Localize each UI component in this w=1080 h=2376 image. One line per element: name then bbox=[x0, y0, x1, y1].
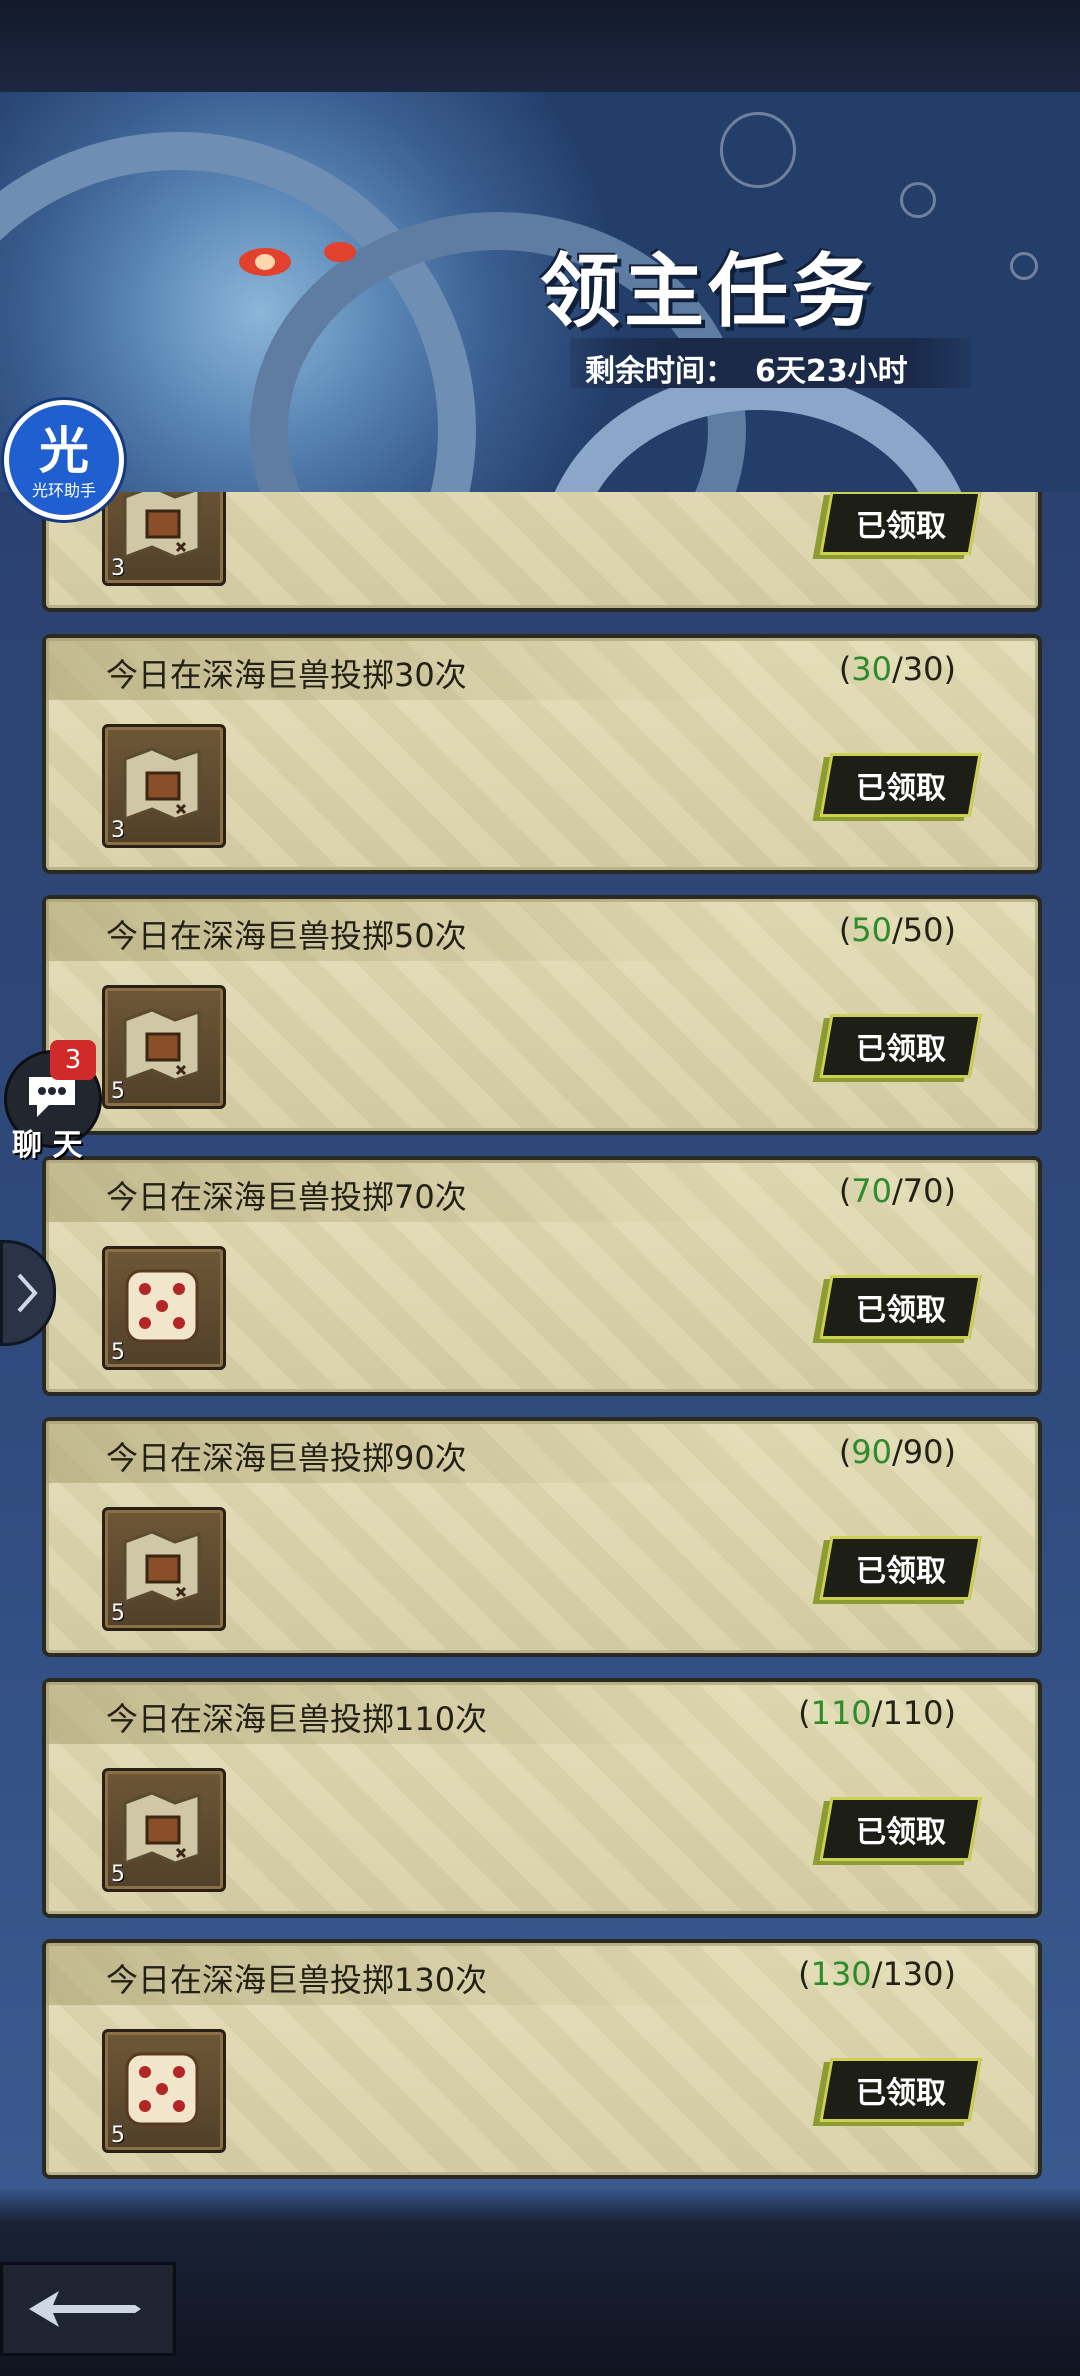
chat-unread-badge: 3 bbox=[50, 1040, 96, 1080]
task-title: 今日在深海巨兽投掷30次 bbox=[106, 656, 467, 694]
reward-count: 3 bbox=[111, 556, 125, 581]
task-card: 3 已领取 bbox=[42, 492, 1042, 612]
reward-count: 3 bbox=[111, 818, 125, 843]
dice-icon bbox=[125, 2052, 199, 2126]
chevron-right-icon bbox=[17, 1273, 38, 1313]
task-progress: (110/110) bbox=[798, 1694, 956, 1732]
task-card: 今日在深海巨兽投掷50次 (50/50) 5 已领取 bbox=[42, 895, 1042, 1135]
treasure-map-icon bbox=[123, 1791, 201, 1866]
progress-total: 110 bbox=[882, 1694, 944, 1732]
reward-count: 5 bbox=[111, 1340, 125, 1365]
reward-item[interactable]: 5 bbox=[102, 2029, 226, 2153]
reward-item[interactable]: 5 bbox=[102, 1768, 226, 1892]
task-card: 今日在深海巨兽投掷70次 (70/70) 5 已领取 bbox=[42, 1156, 1042, 1396]
task-card: 今日在深海巨兽投掷130次 (130/130) 5 已领取 bbox=[42, 1939, 1042, 2179]
task-progress: (30/30) bbox=[838, 650, 956, 688]
reward-item[interactable]: 3 bbox=[102, 492, 226, 586]
remaining-time-value: 6天23小时 bbox=[755, 354, 908, 389]
claimed-badge: 已领取 bbox=[819, 492, 982, 555]
progress-done: 70 bbox=[851, 1172, 893, 1210]
chat-label: 聊 天 bbox=[12, 1128, 83, 1163]
page-title: 领主任务 bbox=[540, 245, 876, 338]
dice-icon bbox=[125, 1269, 199, 1343]
progress-done: 50 bbox=[851, 911, 893, 949]
remaining-time: 剩余时间： 6天23小时 bbox=[585, 346, 928, 390]
helper-badge-char: 光 bbox=[39, 422, 89, 480]
reward-item[interactable]: 5 bbox=[102, 985, 226, 1109]
header-banner: 领主任务 bbox=[0, 92, 1080, 492]
top-frame bbox=[0, 0, 1080, 96]
remaining-time-label: 剩余时间： bbox=[585, 354, 735, 389]
task-title: 今日在深海巨兽投掷90次 bbox=[106, 1439, 467, 1477]
reward-count: 5 bbox=[111, 1862, 125, 1887]
task-card: 今日在深海巨兽投掷110次 (110/110) 5 已领取 bbox=[42, 1678, 1042, 1918]
sea-monster-eye-icon bbox=[239, 242, 356, 276]
progress-total: 70 bbox=[902, 1172, 944, 1210]
helper-badge-label: 光环助手 bbox=[31, 481, 96, 500]
bubble-icon bbox=[900, 182, 936, 218]
treasure-map-icon bbox=[123, 492, 201, 560]
progress-total: 50 bbox=[902, 911, 944, 949]
progress-total: 30 bbox=[902, 650, 944, 688]
reward-item[interactable]: 5 bbox=[102, 1507, 226, 1631]
treasure-map-icon bbox=[123, 1530, 201, 1605]
progress-done: 110 bbox=[810, 1694, 872, 1732]
reward-item[interactable]: 5 bbox=[102, 1246, 226, 1370]
progress-done: 130 bbox=[810, 1955, 872, 1993]
title-area: 领主任务 bbox=[540, 227, 960, 338]
helper-badge-button[interactable]: 光 光环助手 bbox=[4, 400, 124, 520]
task-title: 今日在深海巨兽投掷110次 bbox=[106, 1700, 488, 1738]
reward-count: 5 bbox=[111, 2123, 125, 2148]
reward-count: 5 bbox=[111, 1079, 125, 1104]
task-title: 今日在深海巨兽投掷50次 bbox=[106, 917, 467, 955]
task-title: 今日在深海巨兽投掷70次 bbox=[106, 1178, 467, 1216]
reward-count: 5 bbox=[111, 1601, 125, 1626]
task-card: 今日在深海巨兽投掷90次 (90/90) 5 已领取 bbox=[42, 1417, 1042, 1657]
progress-total: 130 bbox=[882, 1955, 944, 1993]
bubble-icon bbox=[1010, 252, 1038, 280]
bubble-icon bbox=[720, 112, 796, 188]
reward-item[interactable]: 3 bbox=[102, 724, 226, 848]
task-card: 今日在深海巨兽投掷30次 (30/30) 3 已领取 bbox=[42, 634, 1042, 874]
task-progress: (90/90) bbox=[838, 1433, 956, 1471]
treasure-map-icon bbox=[123, 1008, 201, 1083]
progress-total: 90 bbox=[902, 1433, 944, 1471]
claimed-badge: 已领取 bbox=[819, 2058, 982, 2122]
task-progress: (130/130) bbox=[798, 1955, 956, 1993]
progress-done: 90 bbox=[851, 1433, 893, 1471]
task-progress: (70/70) bbox=[838, 1172, 956, 1210]
claimed-badge: 已领取 bbox=[819, 1536, 982, 1600]
remaining-time-bar: 剩余时间： 6天23小时 bbox=[570, 338, 970, 390]
treasure-map-icon bbox=[123, 747, 201, 822]
task-progress: (50/50) bbox=[838, 911, 956, 949]
progress-done: 30 bbox=[851, 650, 893, 688]
claimed-badge: 已领取 bbox=[819, 1014, 982, 1078]
claimed-badge: 已领取 bbox=[819, 1275, 982, 1339]
back-arrow-icon bbox=[29, 2291, 141, 2327]
claimed-badge: 已领取 bbox=[819, 1797, 982, 1861]
back-button[interactable] bbox=[0, 2262, 176, 2356]
task-title: 今日在深海巨兽投掷130次 bbox=[106, 1961, 488, 1999]
task-list[interactable]: 3 已领取 今日在深海巨兽投掷30次 (30/30) 3 已领取 今日在深海巨兽… bbox=[0, 492, 1080, 2187]
claimed-badge: 已领取 bbox=[819, 753, 982, 817]
